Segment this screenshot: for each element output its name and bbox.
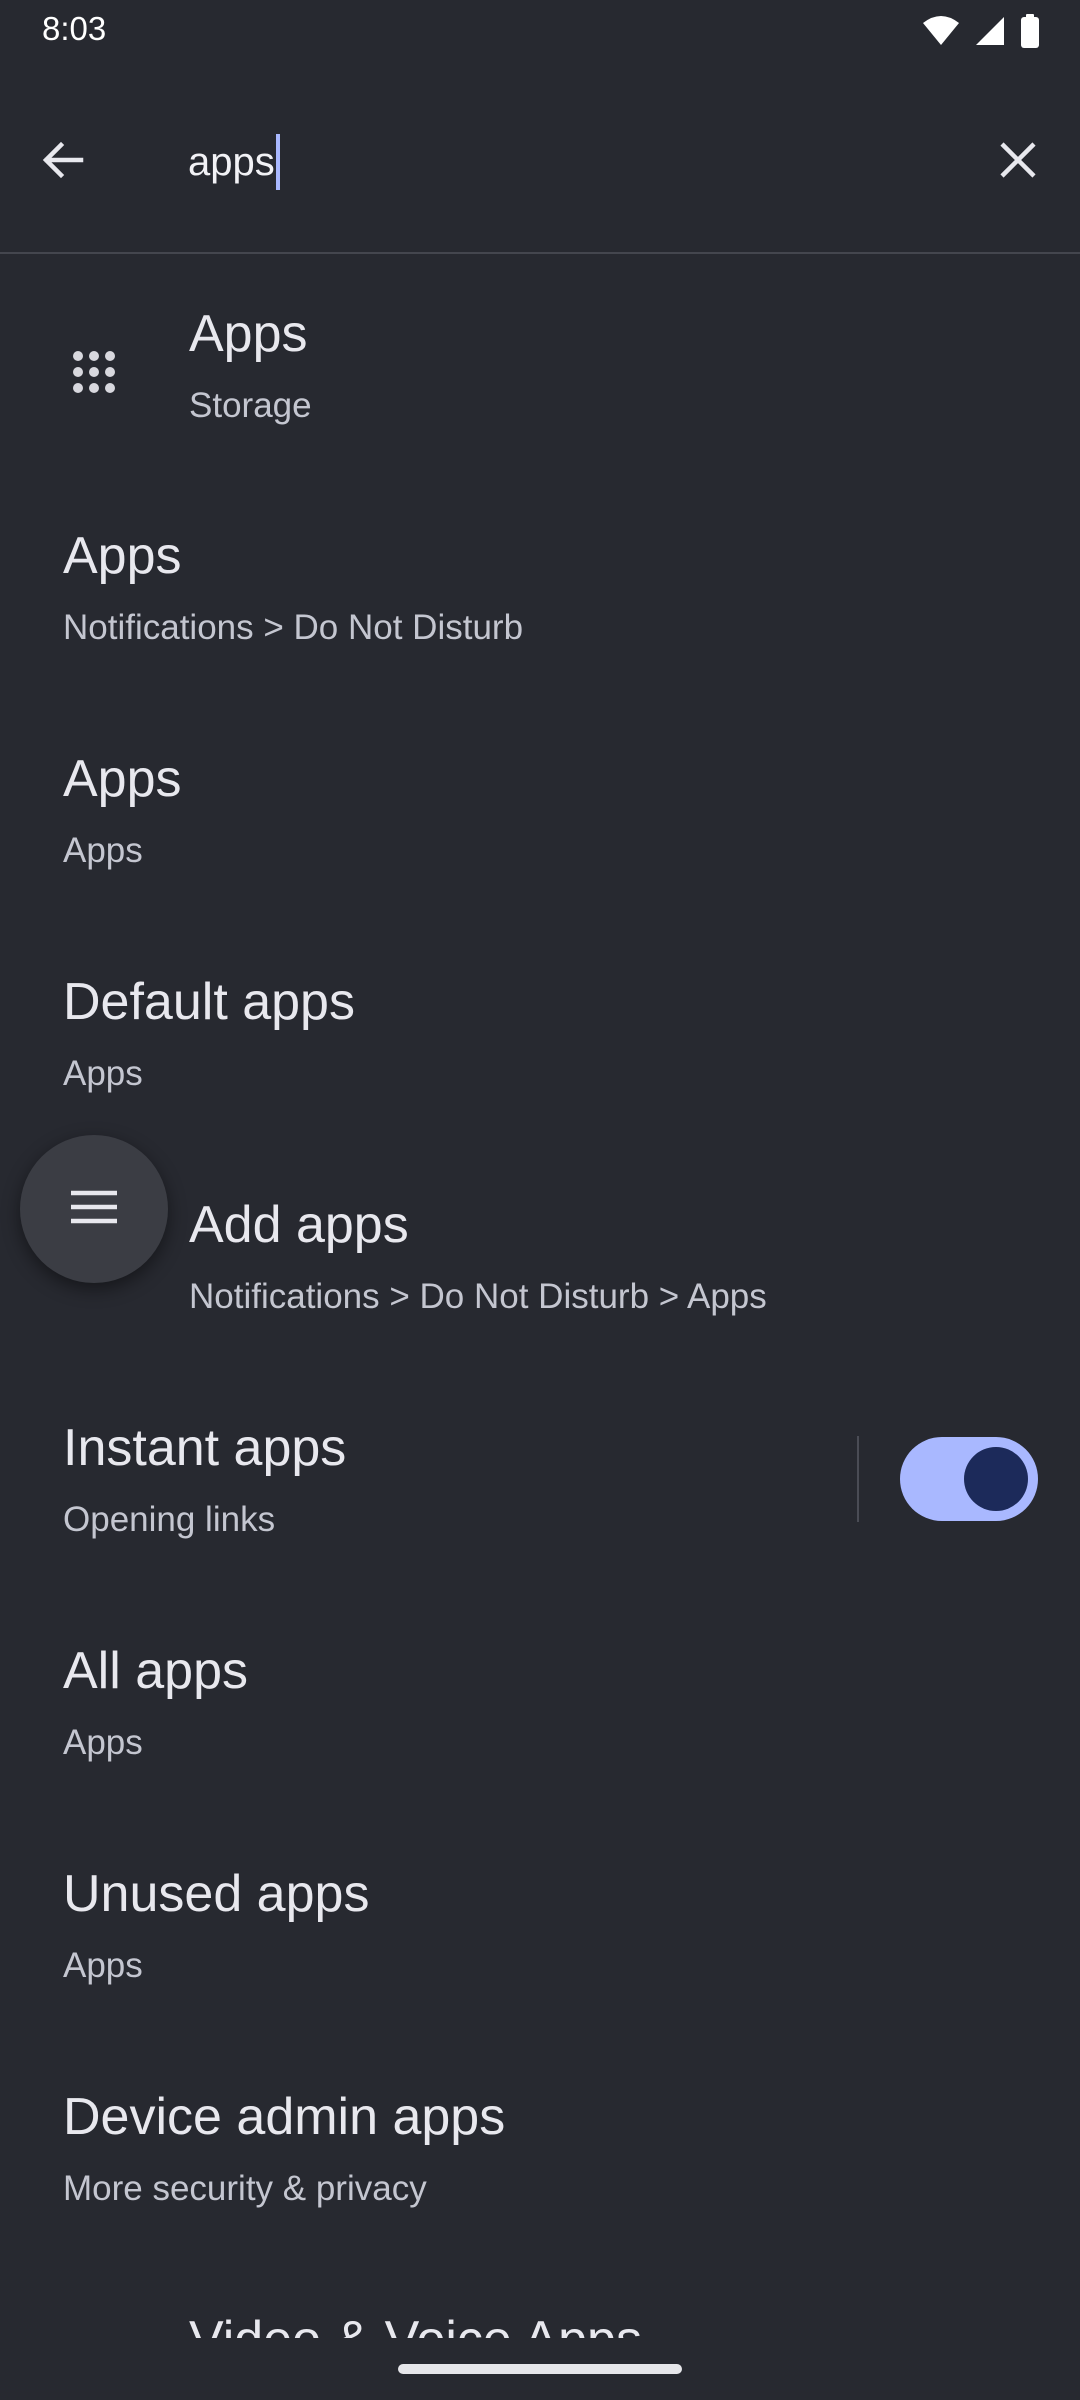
result-item[interactable]: Apps Notifications > Do Not Disturb xyxy=(0,476,1080,698)
floating-menu-button[interactable] xyxy=(20,1135,168,1283)
cellular-signal-icon xyxy=(974,15,1006,47)
close-icon xyxy=(998,140,1038,185)
result-item[interactable]: Unused apps Apps xyxy=(0,1814,1080,2036)
result-item[interactable]: All apps Apps xyxy=(0,1591,1080,1813)
result-subtitle: Apps xyxy=(63,1054,143,1093)
result-title: Device admin apps xyxy=(63,2088,506,2146)
result-subtitle: Apps xyxy=(63,831,143,870)
gesture-handle[interactable] xyxy=(398,2364,682,2374)
apps-grid-icon xyxy=(62,340,126,404)
result-item[interactable]: Device admin apps More security & privac… xyxy=(0,2037,1080,2259)
wifi-icon xyxy=(922,15,960,47)
search-header: apps xyxy=(0,64,1080,252)
search-query: apps xyxy=(188,139,275,184)
toggle-divider xyxy=(857,1436,859,1522)
search-input[interactable]: apps xyxy=(188,126,948,198)
text-caret xyxy=(275,134,280,190)
instant-apps-toggle[interactable] xyxy=(900,1437,1038,1521)
back-button[interactable] xyxy=(26,126,98,198)
toggle-thumb xyxy=(964,1447,1028,1511)
result-title: All apps xyxy=(63,1642,248,1700)
result-subtitle: Apps xyxy=(63,1946,143,1985)
result-subtitle: More security & privacy xyxy=(63,2169,427,2208)
result-title: Instant apps xyxy=(63,1419,347,1477)
result-item[interactable]: Default apps Apps xyxy=(0,922,1080,1144)
menu-icon xyxy=(69,1188,119,1231)
result-item[interactable]: Apps Apps xyxy=(0,699,1080,921)
status-bar: 8:03 xyxy=(0,0,1080,64)
result-subtitle: Storage xyxy=(189,386,312,425)
result-title: Apps xyxy=(63,750,182,808)
result-subtitle: Apps xyxy=(63,1723,143,1762)
battery-icon xyxy=(1020,14,1040,48)
result-subtitle: Notifications > Do Not Disturb xyxy=(63,608,524,647)
arrow-back-icon xyxy=(39,137,85,188)
result-title: Add apps xyxy=(189,1196,409,1254)
result-title: Apps xyxy=(63,527,182,585)
result-item[interactable]: Add apps Notifications > Do Not Disturb … xyxy=(0,1145,1080,1367)
status-time: 8:03 xyxy=(42,10,107,47)
clear-search-button[interactable] xyxy=(982,126,1054,198)
result-title: Default apps xyxy=(63,973,355,1031)
status-icons xyxy=(922,14,1040,48)
result-subtitle: Notifications > Do Not Disturb > Apps xyxy=(189,1277,767,1316)
result-item[interactable]: Video & Voice Apps xyxy=(0,2260,1080,2369)
result-item[interactable]: Instant apps Opening links xyxy=(0,1368,1080,1590)
result-subtitle: Opening links xyxy=(63,1500,276,1539)
result-item[interactable]: Apps Storage xyxy=(0,254,1080,476)
result-title: Unused apps xyxy=(63,1865,370,1923)
result-title: Apps xyxy=(189,305,308,363)
